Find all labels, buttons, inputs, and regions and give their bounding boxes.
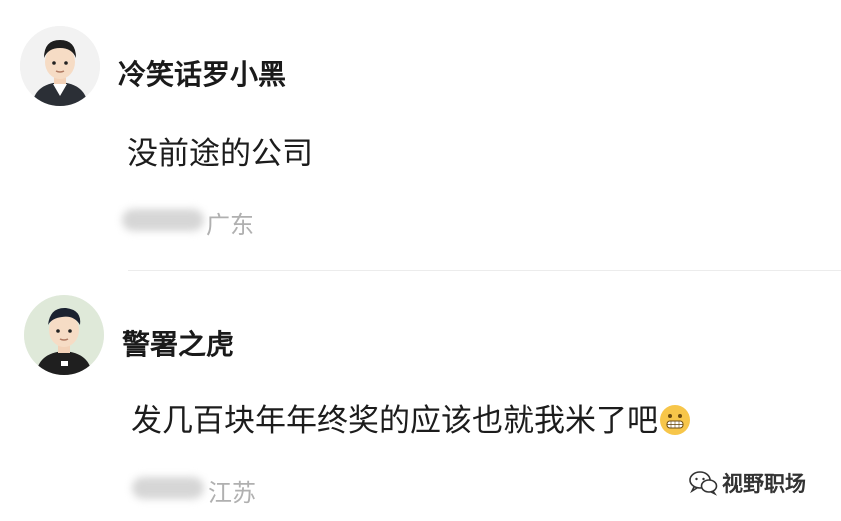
cartoon-man-avatar-icon: [24, 295, 104, 375]
comment-meta: 江苏: [128, 471, 328, 507]
watermark-label: 视野职场: [722, 472, 806, 496]
username[interactable]: 警署之虎: [122, 323, 234, 363]
location-label: 广东: [206, 211, 254, 239]
user-avatar[interactable]: [24, 295, 104, 375]
comment-meta: 广东: [118, 203, 318, 239]
blurred-timestamp: [122, 209, 204, 231]
comment-item: 冷笑话罗小黑 没前途的公司 广东: [0, 0, 841, 270]
blurred-timestamp: [132, 477, 204, 499]
location-label: 江苏: [208, 479, 256, 507]
watermark: 视野职场: [688, 466, 806, 500]
wechat-logo-icon: [689, 471, 718, 496]
cartoon-man-avatar-icon: [20, 26, 100, 106]
comment-text-body: 发几百块年年终奖的应该也就我米了吧: [131, 403, 658, 439]
comment-text: 发几百块年年终奖的应该也就我米了吧: [131, 395, 690, 440]
grinning-teeth-emoji-icon: [660, 405, 690, 435]
comment-text: 没前途的公司: [127, 136, 313, 172]
user-avatar[interactable]: [20, 26, 100, 106]
username[interactable]: 冷笑话罗小黑: [118, 53, 286, 93]
